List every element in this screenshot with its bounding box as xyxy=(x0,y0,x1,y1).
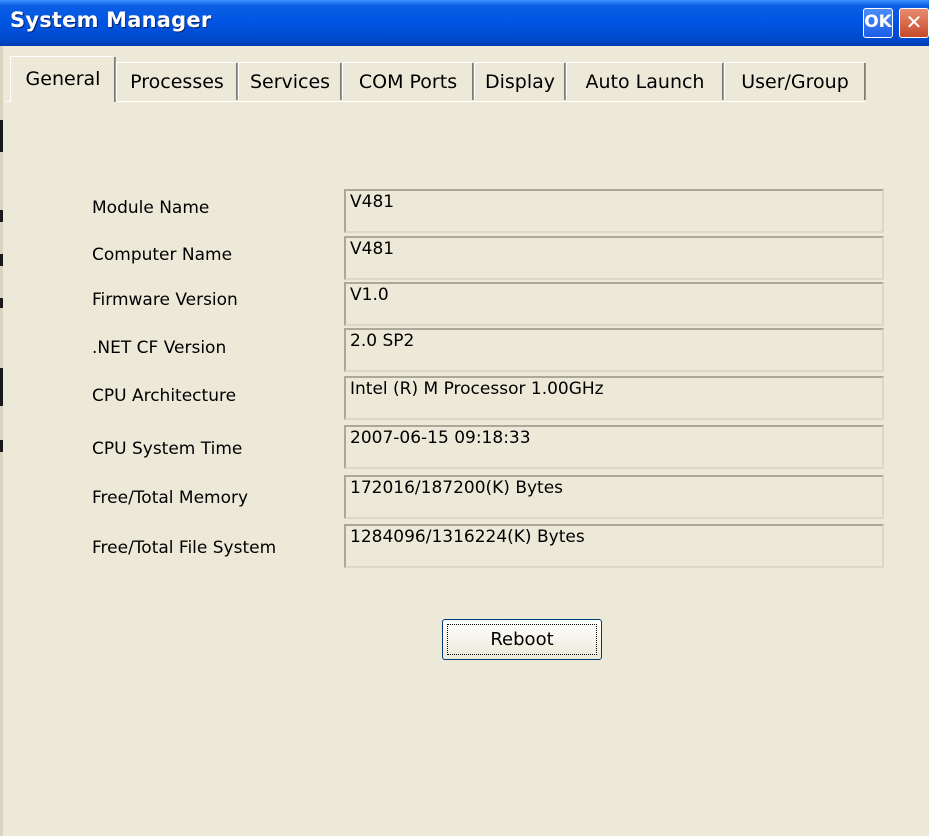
edge-mark xyxy=(0,120,3,152)
tab-com-ports[interactable]: COM Ports xyxy=(342,62,474,100)
window-title: System Manager xyxy=(10,8,212,32)
system-manager-window: System Manager OK ✕ General Processes Se… xyxy=(0,0,929,836)
edge-mark xyxy=(0,254,3,266)
title-bar[interactable]: System Manager OK ✕ xyxy=(0,0,929,46)
firmware-version-value: V1.0 xyxy=(350,285,389,305)
tab-display[interactable]: Display xyxy=(474,62,566,100)
tab-panel-edge xyxy=(6,101,866,102)
firmware-version-field: V1.0 xyxy=(344,282,884,326)
firmware-version-label: Firmware Version xyxy=(92,290,238,310)
netcf-version-value: 2.0 SP2 xyxy=(350,331,415,351)
close-icon: ✕ xyxy=(905,10,923,34)
module-name-label: Module Name xyxy=(92,198,210,218)
computer-name-label: Computer Name xyxy=(92,245,233,265)
reboot-button-label: Reboot xyxy=(447,624,597,655)
tab-auto-launch[interactable]: Auto Launch xyxy=(566,62,724,100)
edge-mark xyxy=(0,210,3,222)
ok-button[interactable]: OK xyxy=(863,8,893,38)
memory-field: 172016/187200(K) Bytes xyxy=(344,475,884,519)
close-button[interactable]: ✕ xyxy=(899,8,929,38)
file-system-label: Free/Total File System xyxy=(92,538,277,558)
tab-general[interactable]: General xyxy=(10,56,116,102)
cpu-architecture-value: Intel (R) M Processor 1.00GHz xyxy=(350,379,604,399)
file-system-field: 1284096/1316224(K) Bytes xyxy=(344,524,884,568)
file-system-value: 1284096/1316224(K) Bytes xyxy=(350,527,585,547)
tab-processes[interactable]: Processes xyxy=(116,62,238,100)
cpu-architecture-field: Intel (R) M Processor 1.00GHz xyxy=(344,376,884,420)
module-name-value: V481 xyxy=(350,192,395,212)
cpu-system-time-value: 2007-06-15 09:18:33 xyxy=(350,428,531,448)
edge-mark xyxy=(0,298,3,308)
cpu-system-time-field: 2007-06-15 09:18:33 xyxy=(344,425,884,469)
netcf-version-field: 2.0 SP2 xyxy=(344,328,884,372)
edge-mark xyxy=(0,440,3,452)
module-name-field: V481 xyxy=(344,189,884,233)
cpu-architecture-label: CPU Architecture xyxy=(92,386,237,406)
computer-name-field: V481 xyxy=(344,236,884,280)
memory-value: 172016/187200(K) Bytes xyxy=(350,478,564,498)
computer-name-value: V481 xyxy=(350,239,395,259)
tab-services[interactable]: Services xyxy=(238,62,342,100)
left-window-edge xyxy=(0,46,3,836)
edge-mark xyxy=(0,368,3,406)
cpu-system-time-label: CPU System Time xyxy=(92,439,243,459)
memory-label: Free/Total Memory xyxy=(92,488,249,508)
reboot-button[interactable]: Reboot xyxy=(442,619,602,660)
tab-user-group[interactable]: User/Group xyxy=(724,62,866,100)
netcf-version-label: .NET CF Version xyxy=(92,338,227,358)
